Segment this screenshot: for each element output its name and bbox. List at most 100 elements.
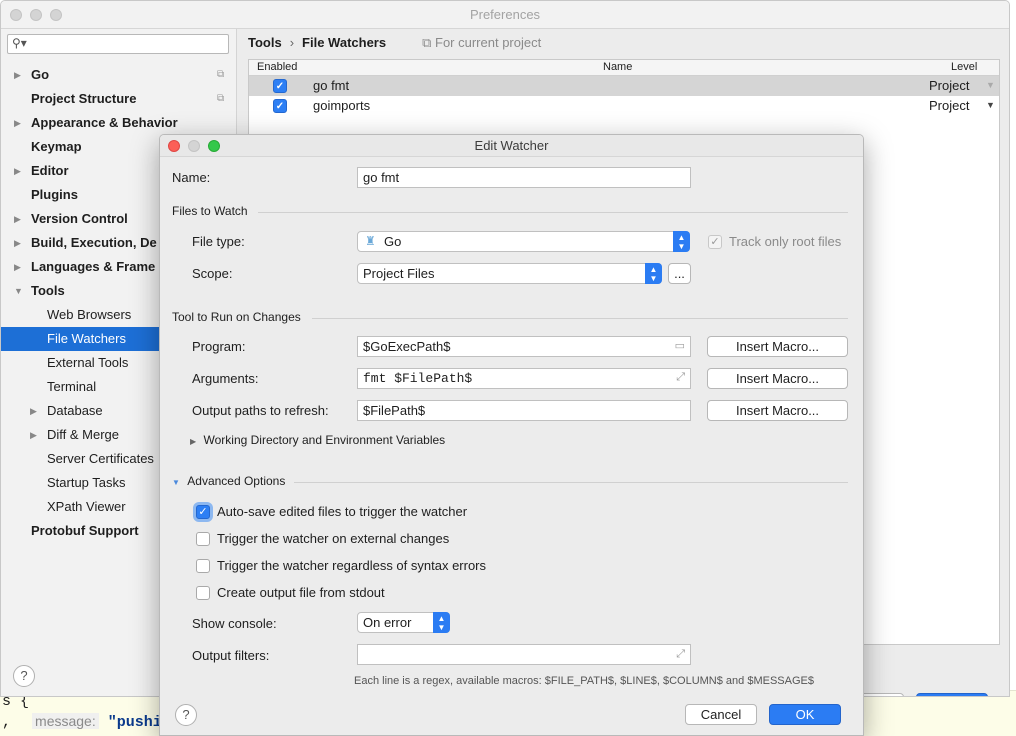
editor-line-2: , message: "pushi <box>2 713 162 731</box>
close-window-button[interactable] <box>10 9 22 21</box>
expand-icon[interactable]: ⤢ <box>676 645 685 664</box>
preferences-titlebar: Preferences <box>1 1 1009 29</box>
sidebar-item-label: Project Structure <box>31 91 137 106</box>
preferences-help-button[interactable]: ? <box>13 665 35 687</box>
watcher-level[interactable]: Project <box>929 98 969 113</box>
show-console-value: On error <box>363 615 412 630</box>
tree-arrow-icon[interactable]: ▶ <box>30 423 37 447</box>
dialog-ok-button[interactable]: OK <box>769 704 841 725</box>
track-root-checkbox[interactable]: ✓ <box>708 235 722 249</box>
sidebar-item-label: XPath Viewer <box>47 499 126 514</box>
project-scope-icon: ⧉ <box>422 35 432 50</box>
collapse-arrow-icon: ▶ <box>190 437 197 446</box>
option-label: Auto-save edited files to trigger the wa… <box>217 504 468 519</box>
minimize-window-button[interactable] <box>30 9 42 21</box>
table-row[interactable]: ✓ go fmt Project ▼ <box>249 76 999 96</box>
project-scope-label: For current project <box>435 35 542 50</box>
sidebar-item-label: Protobuf Support <box>31 523 139 538</box>
folder-icon[interactable]: ▭ <box>675 337 685 356</box>
chevron-updown-icon: ▲ ▼ <box>433 612 450 633</box>
settings-search-input[interactable]: ⚲▾ <box>7 34 229 54</box>
scope-label: Scope: <box>192 266 233 281</box>
option-checkbox[interactable]: ✓ <box>196 505 210 519</box>
expand-icon[interactable]: ⤢ <box>676 369 685 388</box>
advanced-options-toggle[interactable]: ▼ Advanced Options <box>172 474 285 488</box>
tree-arrow-icon[interactable]: ▶ <box>14 255 21 279</box>
file-type-value: Go <box>384 234 402 249</box>
sidebar-item-label: Languages & Frame <box>31 259 156 274</box>
insert-macro-output-button[interactable]: Insert Macro... <box>707 400 848 421</box>
dialog-title: Edit Watcher <box>474 138 549 153</box>
sidebar-item[interactable]: ▶ Appearance & Behavior <box>1 111 237 135</box>
column-enabled[interactable]: Enabled <box>257 61 297 73</box>
tree-arrow-icon[interactable]: ▶ <box>30 399 37 423</box>
output-filters-input[interactable]: ⤢ <box>357 644 691 665</box>
table-header: Enabled Name Level <box>249 60 999 76</box>
dialog-zoom-button[interactable] <box>208 140 220 152</box>
string-literal: "pushi <box>107 714 162 731</box>
watcher-enabled-checkbox[interactable]: ✓ <box>273 79 287 93</box>
scope-select[interactable]: Project Files ▲ ▼ <box>357 263 662 284</box>
scope-value: Project Files <box>363 266 435 281</box>
insert-macro-arguments-button[interactable]: Insert Macro... <box>707 368 848 389</box>
sidebar-item-label: File Watchers <box>47 331 126 346</box>
arguments-input[interactable]: fmt $FilePath$ ⤢ <box>357 368 691 389</box>
breadcrumb-tools[interactable]: Tools <box>248 35 282 50</box>
track-root-label: Track only root files <box>729 234 842 249</box>
option-checkbox[interactable] <box>196 532 210 546</box>
stepper-down-glyph: ▼ <box>649 274 658 283</box>
dialog-help-button[interactable]: ? <box>175 704 197 726</box>
table-body: ✓ go fmt Project ▼ ✓ goimports Project ▼ <box>249 76 999 116</box>
column-name[interactable]: Name <box>603 61 632 73</box>
tree-arrow-icon[interactable]: ▶ <box>14 111 21 135</box>
option-checkbox[interactable] <box>196 559 210 573</box>
output-paths-label: Output paths to refresh: <box>192 403 329 418</box>
stepper-up-glyph: ▲ <box>649 265 658 274</box>
scope-more-button[interactable]: ... <box>668 263 691 284</box>
section-divider <box>294 482 848 483</box>
gopher-icon: ♜ <box>365 234 376 248</box>
file-type-select[interactable]: ♜ Go ▲ ▼ <box>357 231 690 252</box>
sidebar-item-label: Keymap <box>31 139 82 154</box>
project-level-icon: ⧉ <box>217 93 225 104</box>
program-input[interactable]: $GoExecPath$ ▭ <box>357 336 691 357</box>
sidebar-item-label: Web Browsers <box>47 307 132 322</box>
stepper-down-glyph: ▼ <box>677 242 686 251</box>
tree-arrow-icon[interactable]: ▶ <box>14 207 21 231</box>
option-checkbox[interactable] <box>196 586 210 600</box>
sidebar-item-label: Version Control <box>31 211 128 226</box>
sidebar-item-label: Terminal <box>47 379 97 394</box>
table-row[interactable]: ✓ goimports Project ▼ <box>249 96 999 116</box>
sidebar-item-label: Server Certificates <box>47 451 154 466</box>
level-dropdown-icon[interactable]: ▼ <box>986 80 995 90</box>
output-paths-input[interactable]: $FilePath$ <box>357 400 691 421</box>
column-level[interactable]: Level <box>951 61 977 73</box>
dialog-minimize-button[interactable] <box>188 140 200 152</box>
working-directory-toggle[interactable]: ▶ Working Directory and Environment Vari… <box>190 433 445 447</box>
output-filters-label: Output filters: <box>192 648 270 663</box>
level-dropdown-icon[interactable]: ▼ <box>986 100 995 110</box>
preferences-ok-button[interactable]: OK <box>916 693 988 696</box>
section-divider <box>312 318 848 319</box>
sidebar-item-label: Plugins <box>31 187 78 202</box>
arguments-value: fmt $FilePath$ <box>363 371 473 386</box>
chevron-updown-icon: ▲ ▼ <box>673 231 690 252</box>
expand-arrow-icon: ▼ <box>172 478 180 487</box>
zoom-window-button[interactable] <box>50 9 62 21</box>
cancel-button[interactable]: Cancel <box>685 704 757 725</box>
sidebar-item[interactable]: ▶ Go ⧉ <box>1 63 237 87</box>
tree-arrow-icon[interactable]: ▶ <box>14 63 21 87</box>
name-input[interactable]: go fmt <box>357 167 691 188</box>
sidebar-item[interactable]: Project Structure ⧉ <box>1 87 237 111</box>
watcher-enabled-checkbox[interactable]: ✓ <box>273 99 287 113</box>
window-controls <box>10 9 62 21</box>
file-type-label: File type: <box>192 234 245 249</box>
insert-macro-program-button[interactable]: Insert Macro... <box>707 336 848 357</box>
dialog-close-button[interactable] <box>168 140 180 152</box>
watcher-level[interactable]: Project <box>929 78 969 93</box>
show-console-select[interactable]: On error ▲ ▼ <box>357 612 450 633</box>
tree-arrow-icon[interactable]: ▶ <box>14 159 21 183</box>
tree-arrow-icon[interactable]: ▼ <box>14 279 23 303</box>
editor-line-2-prefix: , <box>2 714 12 731</box>
tree-arrow-icon[interactable]: ▶ <box>14 231 21 255</box>
